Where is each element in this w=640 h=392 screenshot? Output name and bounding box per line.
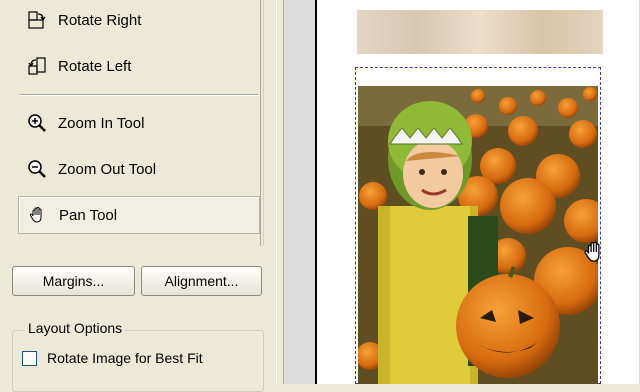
- tools-panel: Rotate Right Rotate Left Zoom In Tool Zo…: [0, 0, 277, 392]
- rotate-right-tool[interactable]: Rotate Right: [18, 2, 258, 38]
- zoom-out-tool[interactable]: Zoom Out Tool: [18, 151, 258, 187]
- rotate-best-fit-option[interactable]: Rotate Image for Best Fit: [22, 350, 203, 366]
- pan-tool[interactable]: Pan Tool: [18, 196, 260, 234]
- panel-scrollbar[interactable]: [263, 0, 277, 246]
- tool-label: Pan Tool: [59, 206, 118, 224]
- rotate-best-fit-label: Rotate Image for Best Fit: [47, 350, 203, 366]
- pan-hand-icon: [27, 204, 49, 226]
- splitter[interactable]: [276, 0, 284, 384]
- zoom-in-tool[interactable]: Zoom In Tool: [18, 105, 258, 141]
- tool-label: Rotate Right: [58, 11, 142, 29]
- rotate-left-icon: [26, 55, 48, 77]
- pan-hand-icon: [584, 241, 600, 262]
- zoom-in-icon: [26, 112, 48, 134]
- rotate-left-tool[interactable]: Rotate Left: [18, 48, 258, 84]
- margins-button[interactable]: Margins...: [12, 266, 135, 296]
- tool-label: Rotate Left: [58, 57, 132, 75]
- pumpkin-patch-photo[interactable]: [358, 86, 598, 384]
- rotate-best-fit-checkbox[interactable]: [22, 350, 37, 366]
- tool-separator: [20, 94, 258, 96]
- previous-photo-thumbnail: [357, 10, 603, 54]
- zoom-out-icon: [26, 158, 48, 180]
- alignment-button[interactable]: Alignment...: [141, 266, 262, 296]
- print-preview-area[interactable]: [285, 0, 640, 384]
- tool-label: Zoom In Tool: [58, 114, 145, 132]
- rotate-right-icon: [26, 9, 48, 31]
- preview-page: [315, 0, 639, 384]
- tool-list: Rotate Right Rotate Left Zoom In Tool Zo…: [12, 0, 261, 246]
- tool-label: Zoom Out Tool: [58, 160, 157, 178]
- layout-options-legend: Layout Options: [25, 320, 126, 336]
